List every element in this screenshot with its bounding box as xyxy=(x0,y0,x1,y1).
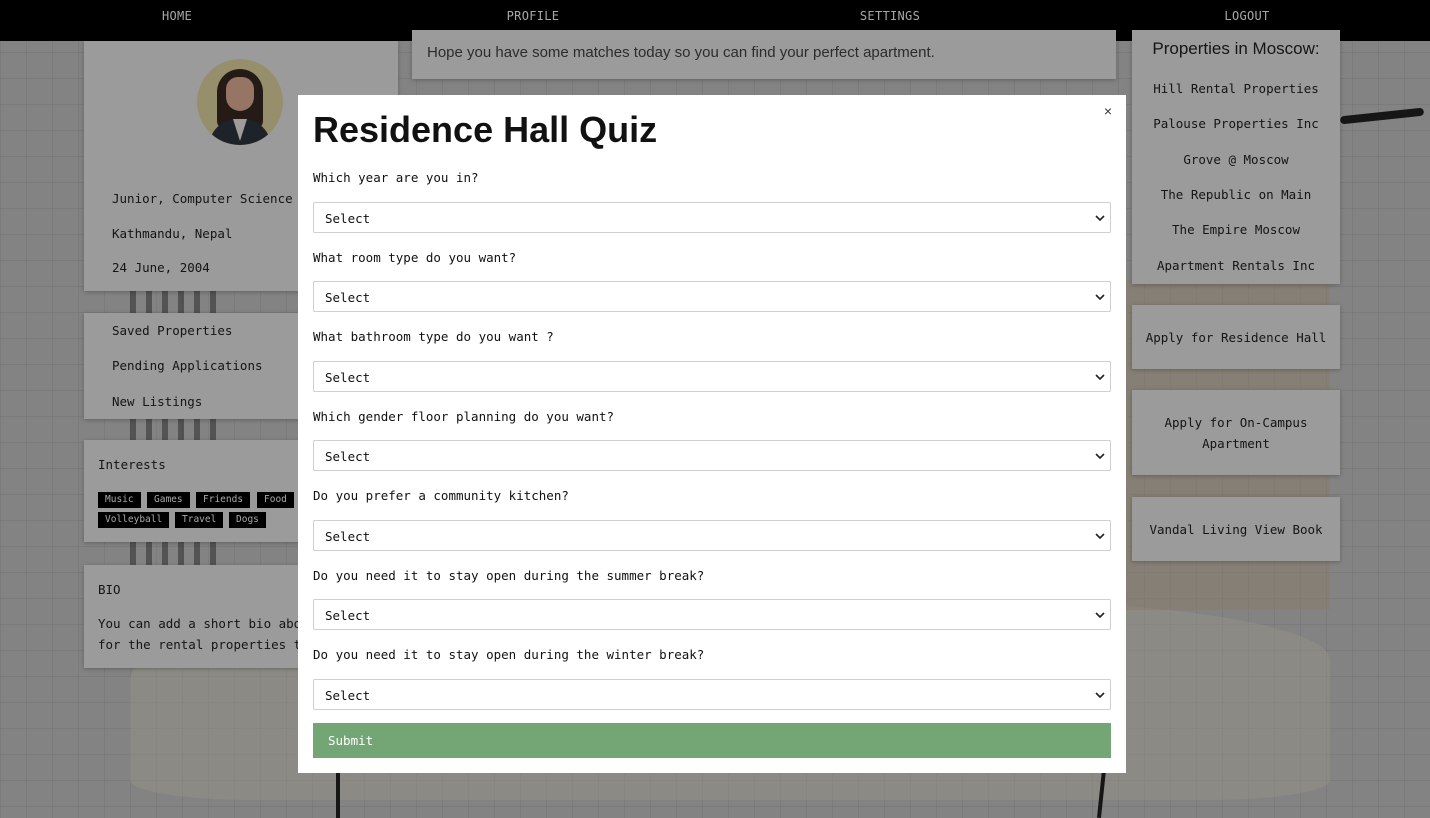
question-label-community-kitchen: Do you prefer a community kitchen? xyxy=(313,488,569,503)
select-value: Select xyxy=(325,529,371,544)
chevron-down-icon xyxy=(1095,692,1105,699)
modal-title: Residence Hall Quiz xyxy=(313,109,658,150)
close-button[interactable]: × xyxy=(1104,103,1112,119)
year-select[interactable]: Select xyxy=(313,202,1111,233)
chevron-down-icon xyxy=(1095,453,1105,460)
select-value: Select xyxy=(325,290,371,305)
chevron-down-icon xyxy=(1095,294,1105,301)
chevron-down-icon xyxy=(1095,374,1105,381)
select-value: Select xyxy=(325,688,371,703)
question-label-room-type: What room type do you want? xyxy=(313,250,517,265)
chevron-down-icon xyxy=(1095,533,1105,540)
quiz-modal: Residence Hall Quiz × Which year are you… xyxy=(298,95,1126,773)
select-value: Select xyxy=(325,370,371,385)
winter-break-select[interactable]: Select xyxy=(313,679,1111,710)
question-label-year: Which year are you in? xyxy=(313,170,479,185)
bathroom-type-select[interactable]: Select xyxy=(313,361,1111,392)
question-label-winter-break: Do you need it to stay open during the w… xyxy=(313,647,705,662)
select-value: Select xyxy=(325,608,371,623)
question-label-summer-break: Do you need it to stay open during the s… xyxy=(313,568,705,583)
community-kitchen-select[interactable]: Select xyxy=(313,520,1111,551)
question-label-bathroom-type: What bathroom type do you want ? xyxy=(313,329,554,344)
select-value: Select xyxy=(325,211,371,226)
select-value: Select xyxy=(325,449,371,464)
chevron-down-icon xyxy=(1095,215,1105,222)
gender-floor-select[interactable]: Select xyxy=(313,440,1111,471)
summer-break-select[interactable]: Select xyxy=(313,599,1111,630)
chevron-down-icon xyxy=(1095,612,1105,619)
room-type-select[interactable]: Select xyxy=(313,281,1111,312)
submit-button[interactable]: Submit xyxy=(313,723,1111,758)
question-label-gender-floor: Which gender floor planning do you want? xyxy=(313,409,615,424)
